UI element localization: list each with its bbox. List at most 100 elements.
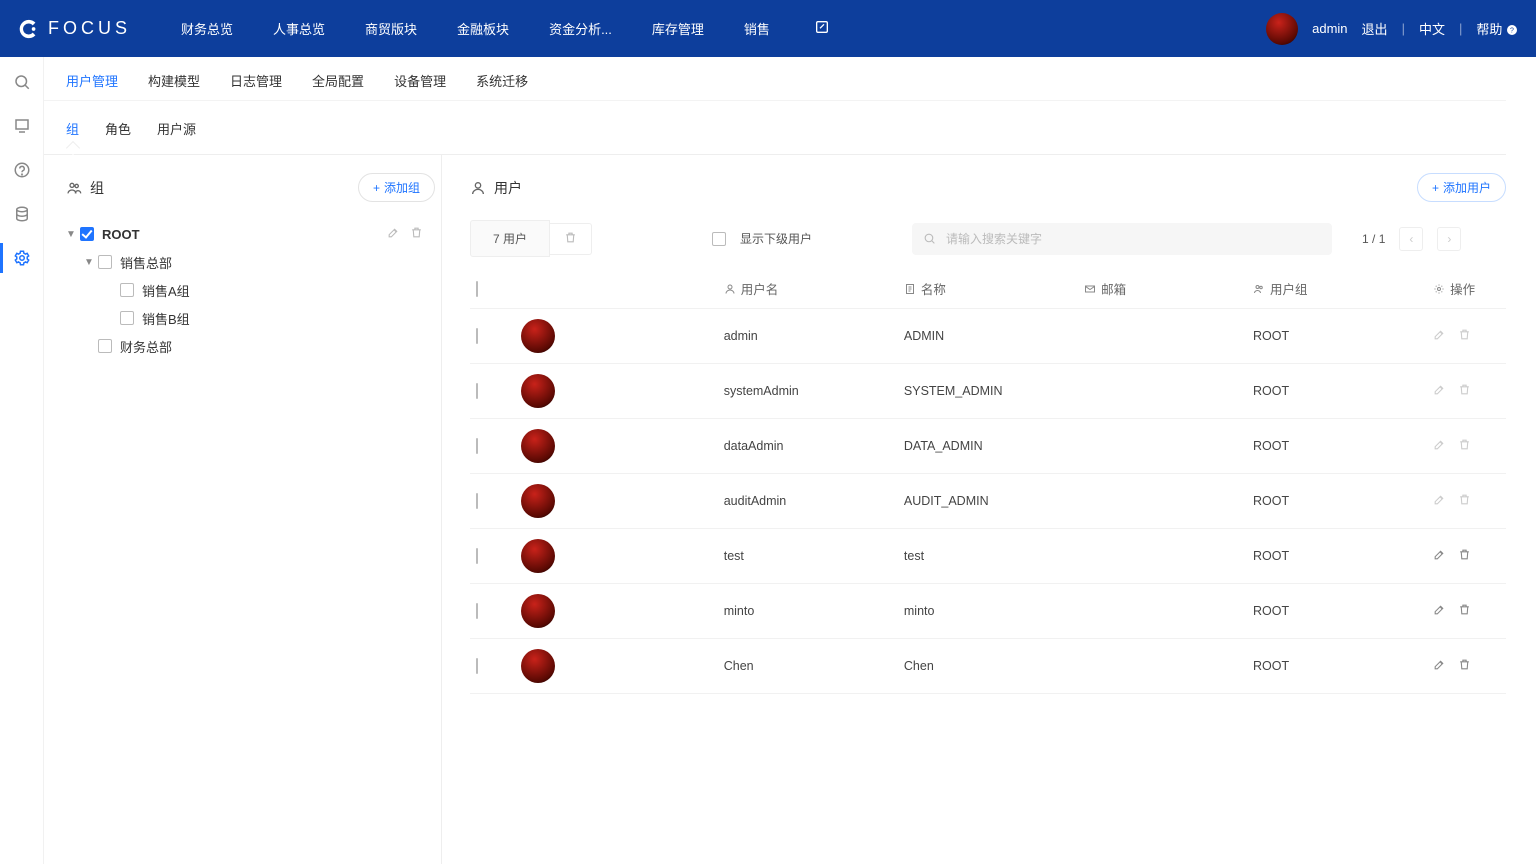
current-user[interactable]: admin: [1312, 21, 1347, 36]
cell-name: minto: [898, 584, 1078, 639]
tree-node[interactable]: 销售B组: [66, 304, 435, 332]
topnav-item-2[interactable]: 商贸版块: [365, 19, 417, 38]
row-checkbox[interactable]: [476, 658, 478, 674]
row-checkbox[interactable]: [476, 603, 478, 619]
user-avatar[interactable]: [1266, 13, 1298, 45]
subnav-device-mgmt[interactable]: 设备管理: [394, 71, 446, 90]
subnav-build-model[interactable]: 构建模型: [148, 71, 200, 90]
group-tree: ▼ROOT▼销售总部销售A组销售B组财务总部: [66, 220, 435, 360]
rail-data-icon[interactable]: [13, 205, 31, 223]
row-checkbox[interactable]: [476, 438, 478, 454]
row-avatar: [521, 594, 555, 628]
users-toolbar: 7 用户 显示下级用户 1 / 1 ‹ ›: [470, 220, 1506, 257]
add-user-button[interactable]: +添加用户: [1417, 173, 1506, 202]
search-icon: [923, 232, 936, 248]
tree-checkbox[interactable]: [98, 255, 112, 269]
subnav-log-mgmt[interactable]: 日志管理: [230, 71, 282, 90]
tree-delete-icon[interactable]: [410, 226, 423, 242]
app-header: FOCUS 财务总览 人事总览 商贸版块 金融板块 资金分析... 库存管理 销…: [0, 0, 1536, 57]
rail-search-icon[interactable]: [13, 73, 31, 91]
row-avatar: [521, 429, 555, 463]
row-edit-icon[interactable]: [1433, 603, 1446, 619]
row-delete-icon[interactable]: [1458, 548, 1471, 564]
table-row: systemAdminSYSTEM_ADMINROOT: [470, 364, 1506, 419]
tree-checkbox[interactable]: [98, 339, 112, 353]
cell-name: test: [898, 529, 1078, 584]
row-checkbox[interactable]: [476, 548, 478, 564]
bulk-delete-button[interactable]: [550, 223, 592, 255]
select-all-checkbox[interactable]: [476, 281, 478, 297]
row-edit-icon[interactable]: [1433, 438, 1446, 454]
row-delete-icon[interactable]: [1458, 493, 1471, 509]
row-edit-icon[interactable]: [1433, 328, 1446, 344]
tree-label: 销售A组: [142, 281, 435, 300]
rail-settings-icon[interactable]: [13, 249, 31, 267]
page-prev-button[interactable]: ‹: [1399, 227, 1423, 251]
row-checkbox[interactable]: [476, 383, 478, 399]
row-avatar: [521, 539, 555, 573]
logout-link[interactable]: 退出: [1362, 19, 1388, 38]
tree-edit-icon[interactable]: [387, 226, 400, 242]
cell-username: systemAdmin: [718, 364, 898, 419]
subnav-global-config[interactable]: 全局配置: [312, 71, 364, 90]
subnav-user-mgmt[interactable]: 用户管理: [66, 71, 118, 90]
row-avatar: [521, 319, 555, 353]
topnav-item-1[interactable]: 人事总览: [273, 19, 325, 38]
row-edit-icon[interactable]: [1433, 493, 1446, 509]
row-edit-icon[interactable]: [1433, 548, 1446, 564]
cell-email: [1078, 309, 1247, 364]
cell-name: Chen: [898, 639, 1078, 694]
row-checkbox[interactable]: [476, 328, 478, 344]
cell-email: [1078, 364, 1247, 419]
tree-checkbox[interactable]: [120, 283, 134, 297]
row-delete-icon[interactable]: [1458, 658, 1471, 674]
rail-help-icon[interactable]: [13, 161, 31, 179]
row-delete-icon[interactable]: [1458, 603, 1471, 619]
topnav-item-4[interactable]: 资金分析...: [549, 19, 612, 38]
help-link[interactable]: 帮助 ?: [1476, 19, 1518, 38]
table-row: dataAdminDATA_ADMINROOT: [470, 419, 1506, 474]
tree-node[interactable]: 财务总部: [66, 332, 435, 360]
cell-name: DATA_ADMIN: [898, 419, 1078, 474]
tree-node[interactable]: 销售A组: [66, 276, 435, 304]
tree-checkbox[interactable]: [80, 227, 94, 241]
cell-username: test: [718, 529, 898, 584]
caret-icon[interactable]: ▼: [84, 257, 94, 268]
user-search-input[interactable]: [912, 223, 1332, 255]
row-delete-icon[interactable]: [1458, 328, 1471, 344]
cell-group: ROOT: [1247, 639, 1427, 694]
tree-checkbox[interactable]: [120, 311, 134, 325]
tree-node[interactable]: ▼销售总部: [66, 248, 435, 276]
group-icon: [1253, 283, 1265, 295]
table-row: adminADMINROOT: [470, 309, 1506, 364]
add-group-button[interactable]: +添加组: [358, 173, 435, 202]
row-edit-icon[interactable]: [1433, 658, 1446, 674]
topnav-edit-icon[interactable]: [814, 19, 830, 38]
tab-group[interactable]: 组: [66, 119, 79, 138]
caret-icon[interactable]: ▼: [66, 229, 76, 240]
tab-usersource[interactable]: 用户源: [157, 119, 196, 138]
mail-icon: [1084, 283, 1096, 295]
subnav-system-migrate[interactable]: 系统迁移: [476, 71, 528, 90]
tab-role[interactable]: 角色: [105, 119, 131, 138]
cell-group: ROOT: [1247, 529, 1427, 584]
show-sub-checkbox[interactable]: 显示下级用户: [712, 230, 812, 247]
row-delete-icon[interactable]: [1458, 438, 1471, 454]
page-next-button[interactable]: ›: [1437, 227, 1461, 251]
lang-switch[interactable]: 中文: [1419, 19, 1445, 38]
rail-dashboard-icon[interactable]: [13, 117, 31, 135]
row-delete-icon[interactable]: [1458, 383, 1471, 399]
cell-username: dataAdmin: [718, 419, 898, 474]
topnav-item-6[interactable]: 销售: [744, 19, 770, 38]
tree-node[interactable]: ▼ROOT: [66, 220, 435, 248]
topnav-item-5[interactable]: 库存管理: [652, 19, 704, 38]
users-table: 用户名 名称 邮箱 用户组 操作 adminADMINROOTsystemAdm…: [470, 269, 1506, 694]
cell-email: [1078, 529, 1247, 584]
groups-panel: 组 +添加组 ▼ROOT▼销售总部销售A组销售B组财务总部: [44, 155, 442, 864]
groups-title: 组: [66, 178, 104, 198]
row-edit-icon[interactable]: [1433, 383, 1446, 399]
topnav-item-3[interactable]: 金融板块: [457, 19, 509, 38]
cell-group: ROOT: [1247, 584, 1427, 639]
topnav-item-0[interactable]: 财务总览: [181, 19, 233, 38]
row-checkbox[interactable]: [476, 493, 478, 509]
